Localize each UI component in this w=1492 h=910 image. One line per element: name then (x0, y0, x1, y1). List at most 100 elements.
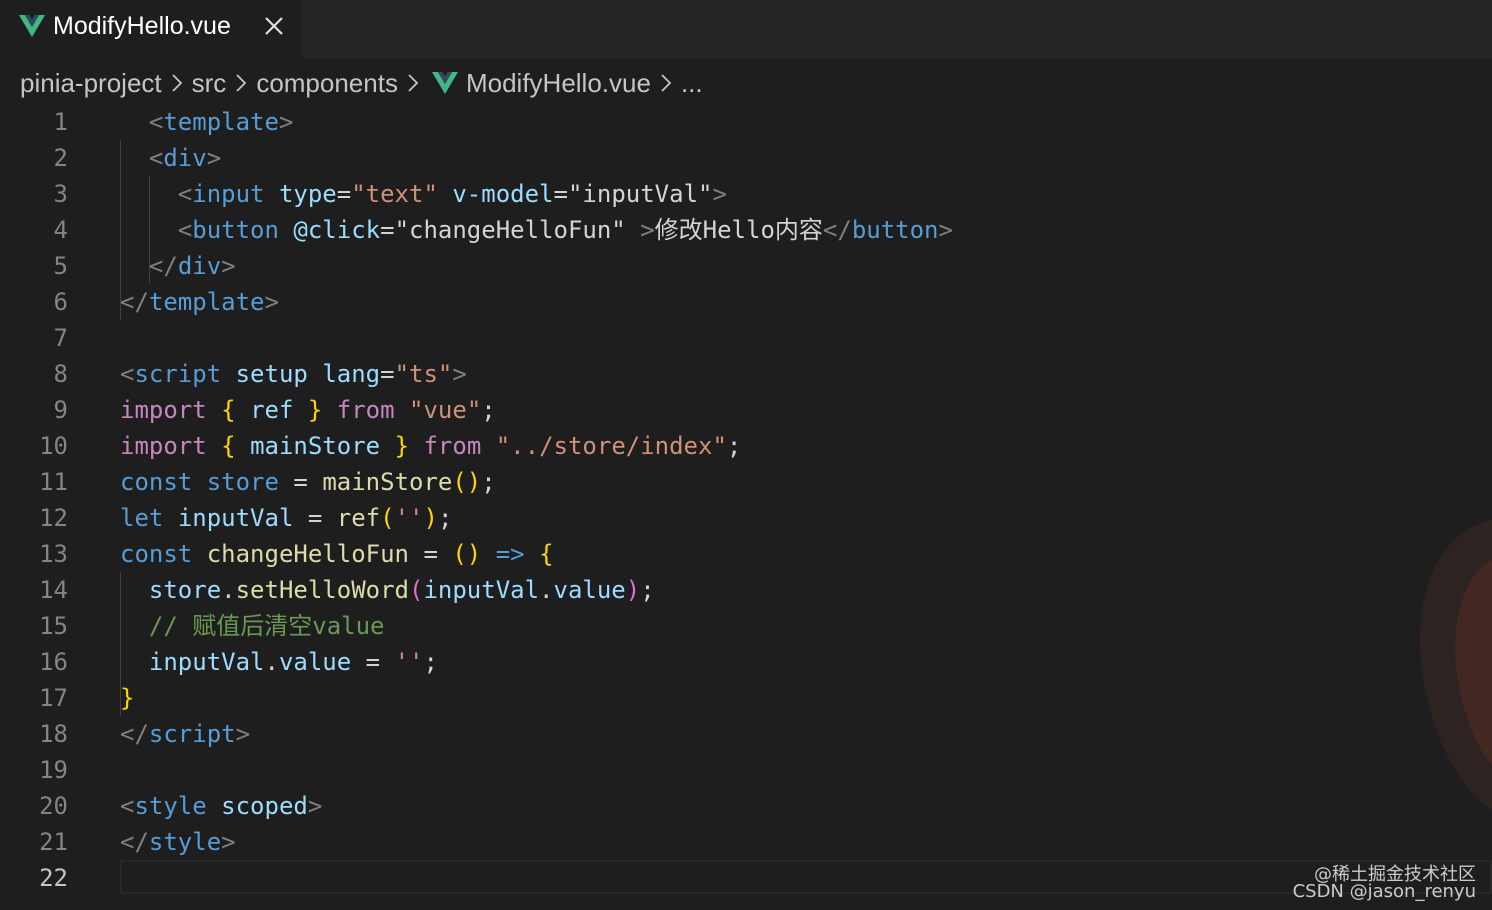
code-token: value (278, 648, 352, 676)
code-token: ) (423, 504, 438, 532)
code-token: () (452, 540, 482, 568)
line-number: 21 (39, 828, 68, 856)
code-text[interactable]: <script setup lang="ts"> (120, 356, 467, 392)
code-token: ref (250, 396, 294, 424)
line-number: 5 (53, 252, 68, 280)
line-number: 10 (39, 432, 68, 460)
code-text[interactable]: <template> (120, 104, 294, 140)
code-line: 3 <input type="text" v-model="inputVal"> (0, 176, 1492, 212)
code-text[interactable]: // 赋值后清空value (120, 608, 385, 644)
breadcrumb-item-project[interactable]: pinia-project (20, 68, 162, 99)
code-token: div (177, 252, 222, 280)
indent-guide (120, 572, 121, 716)
code-token: inputVal (177, 504, 294, 532)
close-icon[interactable] (262, 14, 286, 38)
code-token: script (134, 360, 222, 388)
code-text[interactable]: <input type="text" v-model="inputVal"> (120, 176, 727, 212)
code-text[interactable]: <div> (120, 140, 221, 176)
code-line: 1 <template> (0, 104, 1492, 140)
breadcrumb-item-symbol[interactable]: ... (681, 68, 703, 99)
code-token: store (148, 576, 222, 604)
code-token: > (278, 108, 294, 136)
code-line: 13 const changeHelloFun = () => { (0, 536, 1492, 572)
code-token: ; (726, 432, 742, 460)
code-text[interactable]: } (120, 680, 134, 716)
code-text[interactable]: <style scoped> (120, 788, 322, 824)
code-token: store (206, 468, 279, 496)
code-text[interactable]: <button @click="changeHelloFun" >修改Hello… (120, 212, 953, 248)
code-token: < (177, 216, 193, 244)
code-text[interactable]: let inputVal = ref(''); (120, 500, 452, 536)
breadcrumb-item-src[interactable]: src (192, 68, 227, 99)
tab-filename: ModifyHello.vue (53, 12, 231, 40)
watermark-line-2: CSDN @jason_renyu (1292, 881, 1476, 902)
code-line: 10 import { mainStore } from "../store/in… (0, 428, 1492, 464)
code-text[interactable]: </template> (120, 284, 279, 320)
breadcrumb-item-components[interactable]: components (256, 68, 398, 99)
code-token: style (148, 828, 222, 856)
code-text[interactable]: import { mainStore } from "../store/inde… (120, 428, 741, 464)
code-text[interactable]: store.setHelloWord(inputVal.value); (120, 572, 655, 608)
code-text[interactable]: inputVal.value = ''; (120, 644, 438, 680)
code-line: 7 (0, 320, 1492, 356)
code-token: button (192, 216, 279, 244)
code-line: 15 // 赋值后清空value (0, 608, 1492, 644)
code-editor[interactable]: 1 <template> 2 <div> 3 <input type="text" … (0, 104, 1492, 910)
line-number: 3 (53, 180, 68, 208)
code-line: 19 (0, 752, 1492, 788)
background-decoration (1420, 520, 1492, 810)
code-token: = (553, 180, 568, 208)
code-token: "ts" (394, 360, 453, 388)
code-text[interactable]: </script> (120, 716, 250, 752)
line-number: 18 (39, 720, 68, 748)
code-token: script (148, 720, 236, 748)
code-token: = (278, 468, 323, 496)
code-token: from (423, 432, 482, 460)
code-token: "changeHelloFun" (394, 216, 626, 244)
line-number: 6 (53, 288, 68, 316)
code-token: @click (293, 216, 381, 244)
code-line: 12 let inputVal = ref(''); (0, 500, 1492, 536)
code-line: 20 <style scoped> (0, 788, 1492, 824)
code-token: { (221, 432, 236, 460)
code-text[interactable]: </div> (120, 248, 236, 284)
code-token: => (495, 540, 525, 568)
line-number: 4 (53, 216, 68, 244)
line-number: 2 (53, 144, 68, 172)
breadcrumb-item-file[interactable]: ModifyHello.vue (466, 68, 651, 99)
code-text[interactable]: const store = mainStore(); (120, 464, 496, 500)
code-token: </ (120, 720, 149, 748)
line-number: 15 (39, 612, 68, 640)
code-token: </ (822, 216, 852, 244)
code-text[interactable]: const changeHelloFun = () => { (120, 536, 554, 572)
vue-icon (19, 15, 45, 37)
code-line: 11 const store = mainStore(); (0, 464, 1492, 500)
code-token: < (120, 792, 135, 820)
code-line: 9 import { ref } from "vue"; (0, 392, 1492, 428)
chevron-right-icon (408, 74, 419, 92)
code-token: = (293, 504, 337, 532)
chevron-right-icon (661, 74, 672, 92)
editor-tab-modifyhello[interactable]: ModifyHello.vue (0, 0, 302, 58)
code-token: ; (437, 504, 453, 532)
code-token: < (120, 360, 135, 388)
code-token: style (134, 792, 207, 820)
code-text[interactable]: import { ref } from "vue"; (120, 392, 496, 428)
code-text[interactable]: </style> (120, 824, 236, 860)
code-token: = (380, 216, 395, 244)
code-token: > (640, 216, 655, 244)
code-token: from (336, 396, 395, 424)
code-token: . (264, 648, 279, 676)
